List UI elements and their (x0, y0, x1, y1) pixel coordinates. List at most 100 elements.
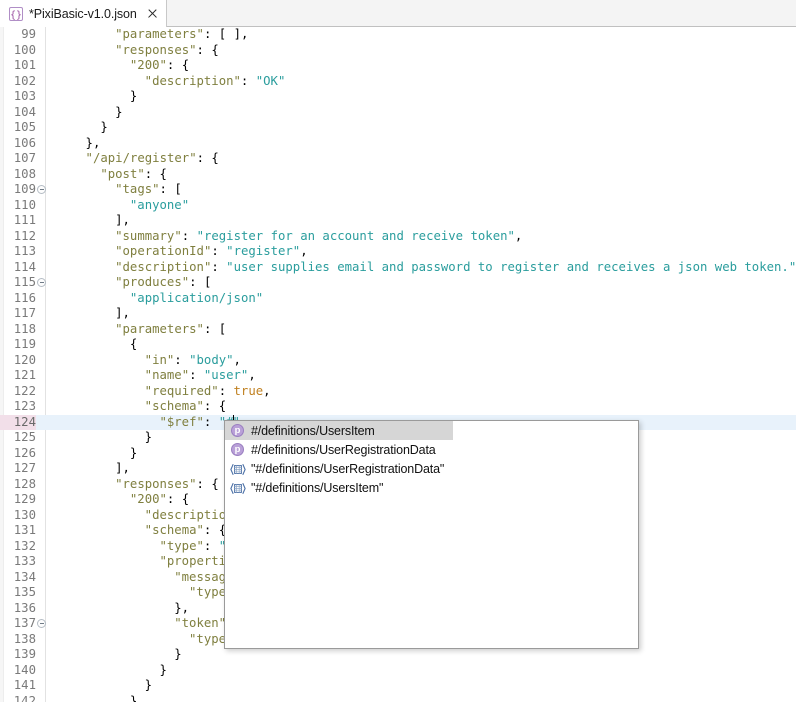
code-token: : (203, 538, 219, 553)
code-line[interactable]: 104} (0, 105, 796, 121)
code-token: } (174, 647, 182, 661)
code-line[interactable]: 117], (0, 306, 796, 322)
line-number: 113 (13, 244, 36, 258)
code-text: ], (115, 461, 130, 477)
code-token: : { (196, 42, 219, 57)
proposal-item[interactable]: p #/definitions/UsersItem (225, 421, 453, 440)
code-token: }, (174, 600, 190, 615)
fold-toggle-icon[interactable] (37, 185, 46, 194)
code-line[interactable]: 106}, (0, 136, 796, 152)
code-token: "register for an account and receive tok… (196, 228, 515, 243)
content-assist-popup[interactable]: p #/definitions/UsersItem p #/definitions/U… (224, 420, 639, 649)
code-token: } (129, 445, 138, 460)
line-number: 106 (13, 135, 36, 150)
code-line[interactable]: 120 "in": "body", (0, 353, 796, 369)
code-line[interactable]: 105} (0, 120, 796, 136)
code-token: : (211, 244, 227, 258)
code-line[interactable]: 103} (0, 89, 796, 105)
code-token: ], (115, 213, 130, 227)
proposal-badge: p (231, 442, 244, 456)
proposal-list[interactable]: p #/definitions/UsersItem p #/definitions/U… (225, 421, 638, 497)
code-line[interactable]: 119 { (0, 337, 796, 353)
line-number: 120 (13, 352, 36, 367)
code-text: "produces": [ (115, 275, 211, 291)
code-text: "/api/register": { (86, 151, 219, 167)
code-text: "description": "user supplies email and … (115, 260, 796, 276)
code-text: ], (115, 306, 130, 322)
line-number: 138 (13, 631, 36, 646)
code-token: "required" (144, 383, 219, 398)
code-token: ], (115, 461, 130, 475)
code-line[interactable]: 100 "responses": { (0, 43, 796, 59)
line-number: 125 (13, 430, 36, 444)
proposal-item[interactable]: "#/definitions/UsersItem" (225, 478, 638, 497)
code-line[interactable]: 99 "parameters": [ ], (0, 27, 796, 43)
code-text: "anyone" (130, 198, 189, 214)
code-token: : (174, 352, 190, 367)
line-number: 108 (13, 166, 36, 181)
fold-toggle-icon[interactable] (37, 278, 46, 287)
line-number: 105 (13, 120, 36, 134)
proposal-item[interactable]: p #/definitions/UserRegistrationData (225, 440, 638, 459)
element-proposal-icon (230, 461, 246, 477)
code-line[interactable]: 140} (0, 663, 796, 679)
code-token: ], (115, 306, 130, 320)
code-line[interactable]: 139} (0, 647, 796, 663)
code-token: : (203, 414, 219, 429)
code-text: } (115, 105, 122, 121)
code-text: "post": { (100, 167, 167, 183)
code-line[interactable]: 113 "operationId": "register", (0, 244, 796, 260)
code-line[interactable]: 101 "200": { (0, 58, 796, 74)
code-token: : (211, 259, 227, 274)
code-line[interactable]: 111], (0, 213, 796, 229)
editor-tab-pixibasic[interactable]: {} *PixiBasic-v1.0.json (0, 0, 167, 27)
code-text: "application/json" (130, 291, 263, 307)
line-number: 112 (13, 228, 36, 243)
json-file-icon: {} (8, 6, 24, 22)
code-line[interactable]: 121 "name": "user", (0, 368, 796, 384)
line-number: 111 (13, 213, 36, 227)
code-line[interactable]: 108 "post": { (0, 167, 796, 183)
code-token: , (300, 244, 308, 258)
code-line[interactable]: 118 "parameters": [ (0, 322, 796, 338)
code-token: "parameters" (115, 321, 204, 336)
line-number: 104 (13, 104, 36, 119)
code-token: "parameters" (115, 27, 204, 41)
code-token: } (100, 120, 108, 134)
line-number: 124 (0, 414, 36, 430)
code-text: "summary": "register for an account and … (115, 229, 522, 245)
code-token: "summary" (115, 228, 182, 243)
code-line[interactable]: 142}, (0, 694, 796, 702)
code-token: "register" (226, 244, 301, 258)
code-text: } (130, 446, 137, 462)
code-line[interactable]: 112 "summary": "register for an account a… (0, 229, 796, 245)
proposal-badge: p (231, 423, 244, 437)
code-line[interactable]: 116 "application/json" (0, 291, 796, 307)
code-line[interactable]: 102 "description": "OK" (0, 74, 796, 90)
code-text: "200": { (130, 492, 189, 508)
code-line[interactable]: 141} (0, 678, 796, 694)
code-text: } (145, 678, 152, 694)
code-text: "name": "user", (145, 368, 256, 384)
code-line[interactable]: 122 "required": true, (0, 384, 796, 400)
close-icon[interactable] (146, 7, 159, 20)
code-token: , (233, 352, 241, 367)
code-token: : [ ], (203, 27, 249, 41)
code-line[interactable]: 107 "/api/register": { (0, 151, 796, 167)
line-number: 102 (13, 73, 36, 88)
code-line[interactable]: 110 "anyone" (0, 198, 796, 214)
code-line[interactable]: 123 "schema": { (0, 399, 796, 415)
code-token: , (514, 228, 523, 243)
code-line[interactable]: 115 "produces": [ (0, 275, 796, 291)
code-token: }, (85, 135, 101, 150)
code-text: }, (86, 136, 101, 152)
code-line[interactable]: 114 "description": "user supplies email a… (0, 260, 796, 276)
code-line[interactable]: 109 "tags": [ (0, 182, 796, 198)
proposal-item[interactable]: "#/definitions/UserRegistrationData" (225, 459, 638, 478)
proposal-label: "#/definitions/UsersItem" (251, 480, 384, 495)
code-text: }, (130, 694, 145, 702)
fold-toggle-icon[interactable] (37, 619, 46, 628)
code-token: "schema" (144, 399, 204, 413)
line-number: 101 (13, 58, 36, 72)
code-token: } (129, 89, 138, 103)
